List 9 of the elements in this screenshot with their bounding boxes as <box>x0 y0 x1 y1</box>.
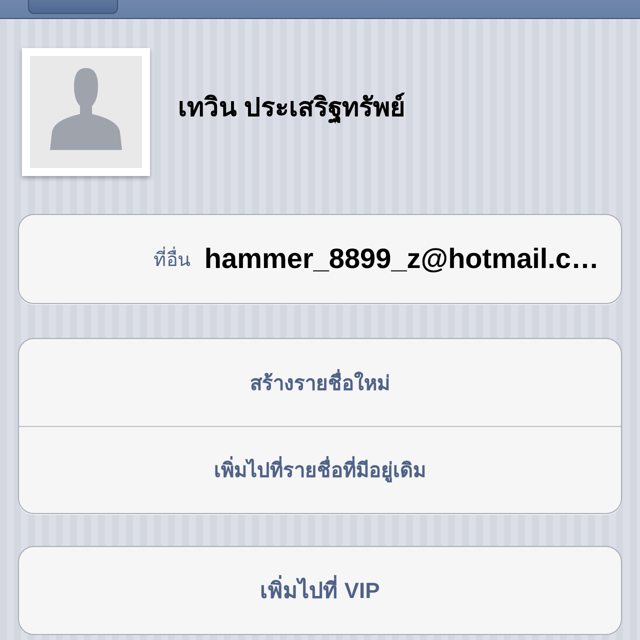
contact-name: เทวิน ประเสริฐทรัพย์ <box>178 90 406 126</box>
person-silhouette-icon <box>30 56 142 168</box>
action-button[interactable]: เพิ่มไปที่รายชื่อที่มีอยู่เดิม <box>19 426 621 513</box>
email-address: hammer_8899_z@hotmail.c… <box>204 243 599 275</box>
vip-button[interactable]: เพิ่มไปที่ VIP <box>18 546 622 635</box>
photo-frame[interactable] <box>22 48 150 176</box>
email-card[interactable]: ที่อื่น hammer_8899_z@hotmail.c… <box>18 214 622 304</box>
action-button[interactable]: สร้างรายชื่อใหม่ <box>19 339 621 426</box>
email-label: ที่อื่น <box>153 244 190 274</box>
